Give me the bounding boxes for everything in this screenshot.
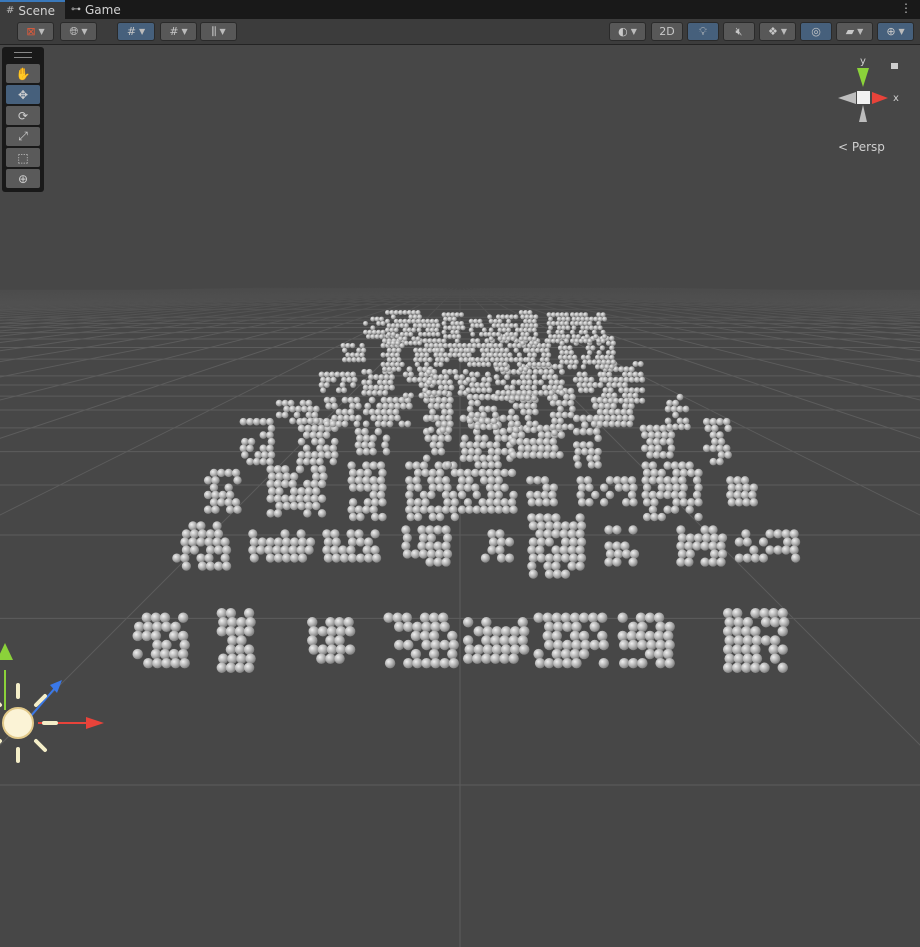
scale-icon: ⤢	[18, 129, 28, 143]
lock-icon[interactable]	[891, 63, 898, 69]
increment-snap-button[interactable]: # ▼	[160, 22, 197, 41]
drag-grip-icon[interactable]	[14, 52, 32, 58]
camera-icon: ▰	[845, 25, 855, 38]
global-local-button[interactable]: 🌐︎ ▼	[60, 22, 97, 41]
tab-bar: # Scene ⊶ Game ⋮	[0, 0, 920, 19]
draw-mode-button[interactable]: ⊠ ▼	[17, 22, 54, 41]
tab-scene-label: Scene	[18, 3, 55, 18]
gizmo-x-label: x	[893, 93, 899, 104]
chevron-down-icon: ▼	[630, 27, 637, 36]
chevron-down-icon: ▼	[898, 27, 905, 36]
hand-icon: ✋	[15, 66, 31, 81]
increment-snap-icon: #	[169, 25, 179, 38]
projection-label: Persp	[851, 140, 885, 154]
y-axis-cone[interactable]	[857, 68, 869, 87]
tab-scene[interactable]: # Scene	[0, 0, 65, 19]
chevron-down-icon: ▼	[81, 27, 88, 36]
camera-button[interactable]: ▰ ▼	[836, 22, 873, 41]
transform-tool[interactable]: ⊕	[6, 169, 40, 188]
more-options-icon[interactable]: ⋮	[900, 1, 912, 15]
gizmos-button[interactable]: ⊕ ▼	[877, 22, 914, 41]
mode-2d-button[interactable]: 2D	[651, 22, 683, 41]
gizmo-globe-icon: ⊕	[886, 25, 896, 38]
chevron-down-icon: ▼	[857, 27, 864, 36]
lightbulb-icon: 💡︎	[699, 24, 707, 38]
move-icon: ✥	[17, 87, 29, 102]
globe-icon: 🌐︎	[69, 24, 79, 38]
effects-button[interactable]: ❖ ▼	[759, 22, 796, 41]
hand-tool[interactable]: ✋	[6, 64, 40, 83]
persp-icon: <	[838, 140, 849, 154]
tools-overlay: ✋ ✥ ⟳ ⤢ ⬚ ⊕	[2, 47, 44, 192]
gizmo-y-label: y	[860, 56, 866, 67]
chevron-down-icon: ▼	[181, 27, 188, 36]
tab-game-label: Game	[84, 2, 121, 17]
eye-slash-icon: ◎	[811, 25, 821, 38]
chevron-down-icon: ▼	[780, 27, 788, 36]
mode-2d-label: 2D	[659, 25, 675, 38]
projection-toggle[interactable]: < Persp	[838, 140, 885, 154]
chevron-down-icon: ▼	[38, 27, 45, 36]
scene-viewport[interactable]	[0, 45, 920, 947]
move-tool[interactable]: ✥	[6, 85, 40, 104]
grid-icon: #	[6, 5, 15, 16]
tab-game[interactable]: ⊶ Game	[65, 0, 131, 19]
transform-icon: ⊕	[17, 171, 29, 186]
sphere-icon: ◐	[618, 25, 628, 38]
scene-toolbar: ⊠ ▼ 🌐︎ ▼ # ▼ # ▼ ⫼ ▼ ◐ ▼ 2D 💡︎ 🔇︎ ❖ ▼ ◎ ▰ ▼ ⊕ ▼	[0, 19, 920, 45]
ruler-button[interactable]: ⫼ ▼	[200, 22, 237, 41]
effects-icon: ❖	[767, 25, 778, 38]
lighting-toggle-button[interactable]: 💡︎	[687, 22, 719, 41]
rotate-icon: ⟳	[17, 108, 29, 123]
scale-tool[interactable]: ⤢	[6, 127, 40, 146]
draw-mode-icon: ⊠	[26, 25, 36, 38]
grid-snap-icon: #	[126, 25, 137, 38]
mute-icon: 🔇︎	[735, 24, 743, 38]
x-axis-cone[interactable]	[872, 92, 888, 104]
rect-icon: ⬚	[17, 150, 29, 165]
horizon-fog	[0, 275, 920, 455]
grid-snap-button[interactable]: # ▼	[117, 22, 155, 41]
gamepad-icon: ⊶	[70, 4, 81, 15]
chevron-down-icon: ▼	[219, 27, 226, 36]
rotate-tool[interactable]: ⟳	[6, 106, 40, 125]
directional-light-gizmo[interactable]	[0, 643, 104, 763]
neg-x-axis-cone[interactable]	[838, 92, 856, 104]
audio-toggle-button[interactable]: 🔇︎	[723, 22, 755, 41]
chevron-down-icon: ▼	[139, 27, 146, 36]
hidden-objects-button[interactable]: ◎	[800, 22, 832, 41]
rect-tool[interactable]: ⬚	[6, 148, 40, 167]
neg-y-axis-cone[interactable]	[859, 105, 867, 122]
shading-mode-button[interactable]: ◐ ▼	[609, 22, 646, 41]
gizmo-center-cube[interactable]	[857, 91, 870, 104]
ruler-icon: ⫼	[211, 24, 217, 38]
orientation-gizmo[interactable]: y x	[830, 55, 900, 135]
